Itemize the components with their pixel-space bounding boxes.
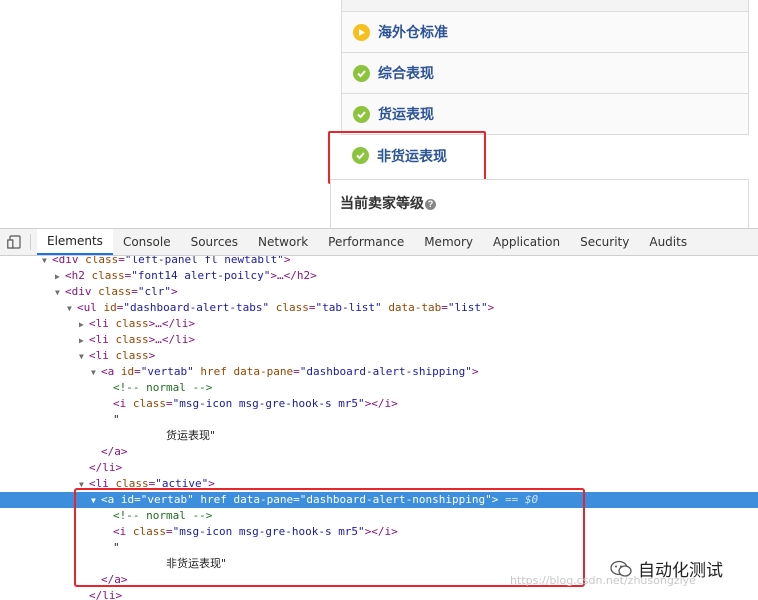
dom-node[interactable]: ▼ <a id="vertab" href data-pane="dashboar… [91,364,758,380]
help-icon[interactable]: ? [425,198,436,210]
tab-performance[interactable]: Performance [318,229,414,255]
collapse-triangle-icon[interactable]: ▼ [42,256,52,269]
elements-panel: ▼ <div class="left-panel fl newtablt"> ▶ <… [0,256,758,600]
dom-comment[interactable]: <!-- normal --> [113,380,758,396]
dom-node[interactable]: </li> [89,460,758,476]
tab-item-placeholder [341,0,749,12]
tab-sources[interactable]: Sources [181,229,248,255]
tab-application[interactable]: Application [483,229,570,255]
dom-node[interactable]: ▼ <div class="clr"> [55,284,758,300]
expand-triangle-icon[interactable]: ▶ [79,333,89,349]
dom-node[interactable]: </li> [89,588,758,600]
play-icon [353,23,370,41]
dom-node[interactable]: ▶ <li class>…</li> [79,332,758,348]
wechat-icon [610,560,632,577]
watermark: 自动化测试 [610,556,723,581]
collapse-triangle-icon[interactable]: ▼ [67,301,77,317]
collapse-triangle-icon[interactable]: ▼ [55,285,65,301]
expand-triangle-icon[interactable]: ▶ [79,317,89,333]
tab-audits[interactable]: Audits [639,229,697,255]
collapse-triangle-icon[interactable]: ▼ [79,349,89,365]
watermark-text: 自动化测试 [638,561,723,581]
devtools-toolbar: Elements Console Sources Network Perform… [0,228,758,256]
highlight-box [328,131,486,184]
collapse-triangle-icon[interactable]: ▼ [91,365,101,381]
tab-security[interactable]: Security [570,229,639,255]
dom-node[interactable]: ▼ <li class> [79,348,758,364]
seller-level-label: 当前卖家等级 [340,195,424,211]
dom-node[interactable]: ▼ <ul id="dashboard-alert-tabs" class="ta… [67,300,758,316]
tab-elements[interactable]: Elements [37,229,113,255]
tab-network[interactable]: Network [248,229,318,255]
tab-item-label: 货运表现 [378,106,434,122]
dom-node[interactable]: <i class="msg-icon msg-gre-hook-s mr5"><… [113,396,758,412]
dom-text[interactable]: 货运表现" [166,428,758,444]
seller-level-section: 当前卖家等级? [330,179,749,228]
dom-text[interactable]: " [113,412,758,428]
dom-node[interactable]: </a> [101,444,758,460]
tab-item-shipping[interactable]: 货运表现 [341,94,749,135]
expand-triangle-icon[interactable]: ▶ [55,269,65,285]
check-icon [353,105,370,123]
tab-memory[interactable]: Memory [414,229,483,255]
tab-item-label: 综合表现 [378,65,434,81]
tab-item-label: 海外仓标准 [378,24,448,40]
dom-node[interactable]: ▼ <div class="left-panel fl newtablt"> [42,256,758,268]
highlight-box [74,488,585,587]
tab-item-overall[interactable]: 综合表现 [341,53,749,94]
device-toolbar-icon[interactable] [0,229,28,255]
check-icon [353,64,370,82]
dom-node[interactable]: ▶ <h2 class="font14 alert-poilcy">…</h2> [55,268,758,284]
webpage-viewport: 海外仓标准 综合表现 货运表现 非货运表现 当前卖家等级? [0,0,758,228]
tab-console[interactable]: Console [113,229,181,255]
tab-item-overseas-warehouse[interactable]: 海外仓标准 [341,12,749,53]
seller-level-title: 当前卖家等级? [340,193,436,213]
dom-node[interactable]: ▶ <li class>…</li> [79,316,758,332]
toolbar-divider [30,234,31,250]
